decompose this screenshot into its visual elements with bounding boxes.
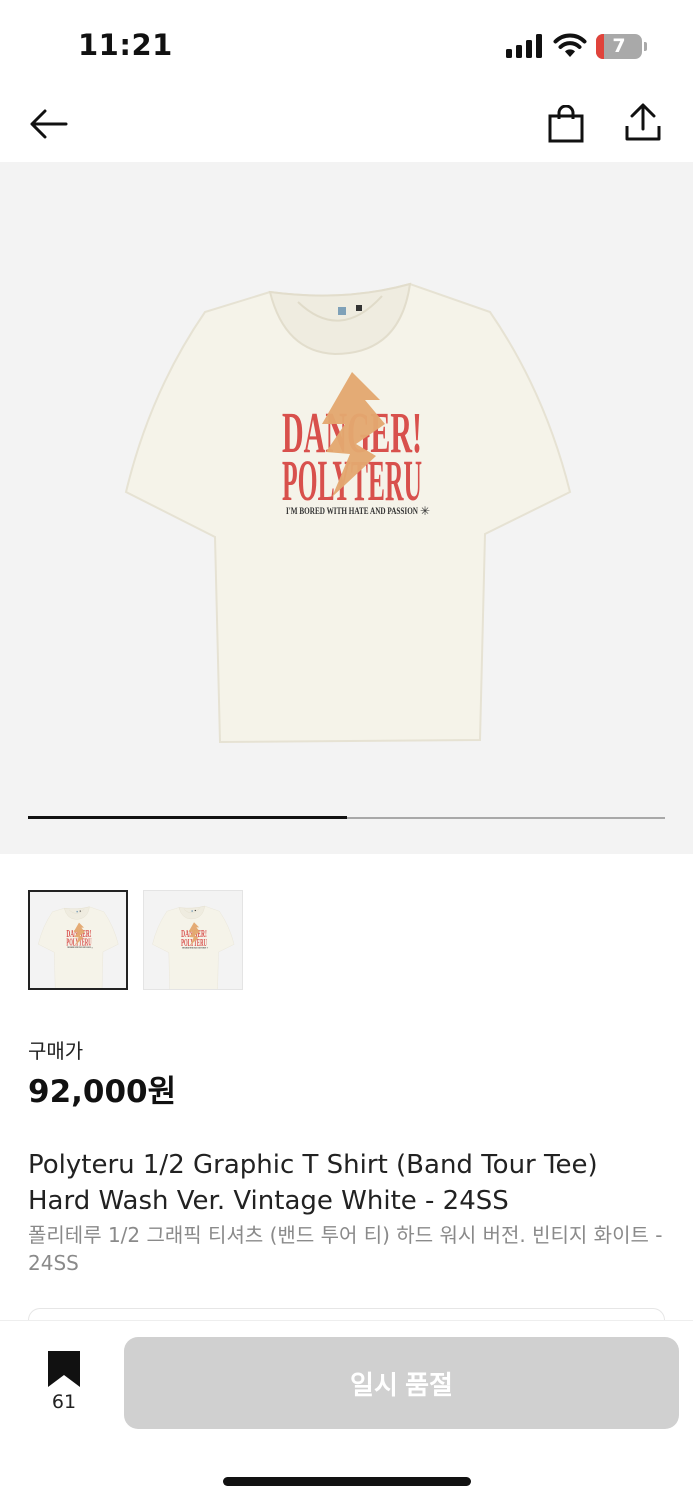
thumbnail-image — [38, 906, 119, 988]
shopping-bag-button[interactable] — [540, 98, 592, 150]
share-icon — [625, 103, 661, 141]
gallery-progress-track — [28, 816, 665, 819]
shopping-bag-icon — [548, 105, 584, 143]
bookmark-count: 61 — [51, 1391, 77, 1413]
bookmark-button[interactable]: 61 — [28, 1351, 100, 1415]
arrow-left-icon — [30, 109, 68, 139]
bottom-action-bar: 61 일시 품절 — [0, 1320, 693, 1500]
battery-level: 7 — [612, 35, 626, 57]
battery-cap — [644, 42, 647, 51]
status-bar: 11:21 7 — [0, 0, 693, 88]
home-indicator — [223, 1477, 471, 1486]
thumbnail-strip — [28, 890, 243, 990]
product-name-english: Polyteru 1/2 Graphic T Shirt (Band Tour … — [28, 1150, 598, 1216]
product-detail-page: 11:21 7 구매가 92,000원 Polyteru 1/2 Graphic… — [0, 0, 693, 1500]
product-photo[interactable]: DANGER! POLYTERU I'M BORED WITH HATE AND… — [0, 162, 693, 802]
status-time: 11:21 — [78, 28, 173, 62]
thumbnail-image — [152, 905, 235, 989]
back-button[interactable] — [22, 98, 74, 150]
price-label: 구매가 — [28, 1039, 84, 1063]
product-name-korean: 폴리테루 1/2 그래픽 티셔츠 (밴드 투어 티) 하드 워시 버전. 빈티지… — [28, 1223, 663, 1275]
thumbnail-2[interactable] — [143, 890, 243, 990]
bookmark-icon — [48, 1351, 80, 1387]
wifi-icon — [553, 33, 587, 57]
cellular-signal-icon — [506, 34, 544, 58]
battery-icon: 7 — [596, 34, 642, 59]
sold-out-button[interactable]: 일시 품절 — [124, 1337, 679, 1429]
thumbnail-1[interactable] — [28, 890, 128, 990]
nav-bar — [0, 88, 693, 162]
gallery-progress-fill — [28, 816, 347, 819]
product-image-gallery[interactable]: DANGER! POLYTERU I'M BORED WITH HATE AND… — [0, 162, 693, 854]
price-value: 92,000원 — [28, 1074, 177, 1110]
share-button[interactable] — [617, 96, 669, 148]
